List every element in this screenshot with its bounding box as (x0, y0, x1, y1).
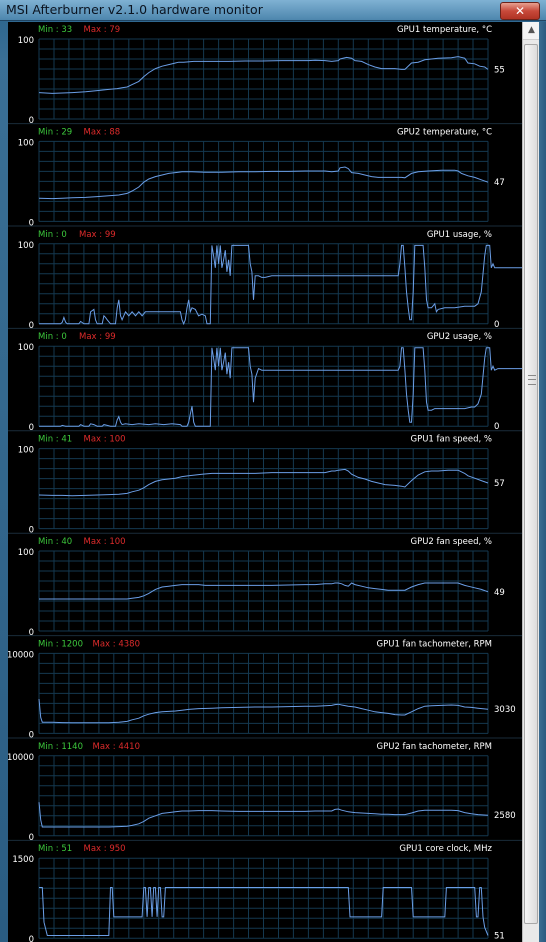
graph-axis-bottom-label: 0 (29, 833, 34, 843)
graph-axis-top-label: 1500 (12, 855, 34, 865)
graph-current-value: 0 (494, 422, 499, 432)
graph-panel: Min : 51 Max : 950 GPU1 core clock, MHz 150… (12, 844, 505, 942)
graph-axis-top-label: 100 (18, 548, 34, 558)
vertical-scrollbar[interactable]: ▲ (522, 22, 540, 942)
title-bar[interactable]: MSI Afterburner v2.1.0 hardware monitor … (0, 0, 546, 21)
graph-grid (38, 345, 489, 427)
graph-axis-bottom-label: 0 (29, 423, 34, 433)
graph-current-value: 0 (494, 320, 499, 330)
graph-title: GPU1 core clock, MHz (399, 844, 492, 854)
graph-grid (38, 857, 489, 939)
graph-min-label: Min : 33 (38, 25, 72, 35)
graph-grid (38, 38, 489, 120)
graph-panel: Min : 40 Max : 100 GPU2 fan speed, % 100 0 49 (8, 537, 522, 638)
graph-title: GPU2 temperature, °C (397, 127, 492, 137)
graph-axis-bottom-label: 0 (29, 935, 34, 942)
graph-grid (38, 448, 489, 530)
graph-min-label: Min : 29 (38, 127, 72, 137)
graph-min-label: Min : 0 (38, 230, 67, 240)
graph-max-label: Max : 88 (84, 127, 121, 137)
graph-max-label: Max : 100 (84, 435, 126, 445)
graph-panel: Min : 41 Max : 100 GPU1 fan speed, % 100 0 57 (8, 435, 522, 536)
graph-axis-bottom-label: 0 (29, 730, 34, 740)
graph-min-label: Min : 0 (38, 332, 67, 342)
graph-axis-bottom-label: 0 (29, 116, 34, 126)
graph-current-value: 2580 (494, 811, 516, 821)
graph-grid (38, 243, 489, 325)
graph-title: GPU1 fan tachometer, RPM (377, 639, 492, 649)
graph-panel: Min : 1140 Max : 4410 GPU2 fan tachometer,… (8, 742, 522, 843)
graph-title: GPU1 temperature, °C (397, 25, 492, 35)
graph-max-label: Max : 4410 (93, 742, 140, 752)
graph-max-label: Max : 100 (84, 537, 126, 547)
window-frame-edge (539, 22, 546, 942)
graph-title: GPU1 fan speed, % (411, 435, 493, 445)
close-button[interactable]: ✕ (500, 2, 540, 20)
graph-grid (38, 755, 489, 837)
graph-current-value: 47 (494, 178, 505, 188)
graph-axis-bottom-label: 0 (29, 628, 34, 638)
graph-title: GPU2 fan tachometer, RPM (377, 742, 492, 752)
graph-axis-top-label: 100 (18, 241, 34, 251)
graph-axis-bottom-label: 0 (29, 218, 34, 228)
graph-max-label: Max : 99 (79, 230, 116, 240)
graph-current-value: 57 (494, 479, 505, 489)
graph-series-line (39, 244, 522, 326)
scroll-thumb[interactable] (524, 44, 538, 924)
graph-axis-top-label: 10000 (8, 650, 34, 660)
graph-panel: Min : 29 Max : 88 GPU2 temperature, °C 100 0… (8, 127, 522, 228)
graph-current-value: 51 (494, 932, 505, 942)
graph-series-line (39, 347, 522, 427)
graph-axis-bottom-label: 0 (29, 321, 34, 331)
graph-min-label: Min : 41 (38, 435, 72, 445)
graph-title: GPU2 fan speed, % (411, 537, 493, 547)
graph-panel: Min : 0 Max : 99 GPU2 usage, % 100 0 0 (8, 332, 522, 433)
graph-panel: Min : 0 Max : 99 GPU1 usage, % 100 0 0 (8, 230, 522, 331)
graph-axis-top-label: 100 (18, 446, 34, 456)
graph-panel: Min : 1200 Max : 4380 GPU1 fan tachometer,… (8, 639, 522, 740)
graph-title: GPU2 usage, % (427, 332, 492, 342)
graph-panel: Min : 33 Max : 79 GPU1 temperature, °C 100 0… (8, 25, 522, 126)
afterburner-window: MSI Afterburner v2.1.0 hardware monitor … (0, 0, 546, 942)
graph-axis-top-label: 100 (18, 138, 34, 148)
scroll-up-arrow-icon[interactable]: ▲ (523, 22, 540, 40)
graph-min-label: Min : 1200 (38, 639, 83, 649)
graph-max-label: Max : 4380 (93, 639, 140, 649)
graph-title: GPU1 usage, % (427, 230, 492, 240)
graph-current-value: 3030 (494, 705, 516, 715)
graph-current-value: 55 (494, 65, 505, 75)
graph-min-label: Min : 40 (38, 537, 72, 547)
graph-min-label: Min : 51 (38, 844, 72, 854)
graph-min-label: Min : 1140 (38, 742, 83, 752)
graph-axis-top-label: 10000 (8, 753, 34, 763)
scroll-grip-icon (528, 375, 536, 385)
graph-grid (38, 550, 489, 632)
graph-current-value: 49 (494, 588, 505, 598)
graph-axis-bottom-label: 0 (29, 526, 34, 536)
graphs-canvas: Min : 33 Max : 79 GPU1 temperature, °C1000… (8, 25, 522, 942)
graph-grid (38, 652, 489, 734)
graph-axis-top-label: 100 (18, 36, 34, 46)
graph-max-label: Max : 99 (79, 332, 116, 342)
graph-max-label: Max : 950 (84, 844, 126, 854)
window-title: MSI Afterburner v2.1.0 hardware monitor (6, 2, 263, 17)
graph-grid (38, 140, 489, 222)
graph-axis-top-label: 100 (18, 343, 34, 353)
graph-max-label: Max : 79 (84, 25, 121, 35)
monitor-graphs-area: Min : 33 Max : 79 GPU1 temperature, °C 100 0… (8, 22, 522, 942)
